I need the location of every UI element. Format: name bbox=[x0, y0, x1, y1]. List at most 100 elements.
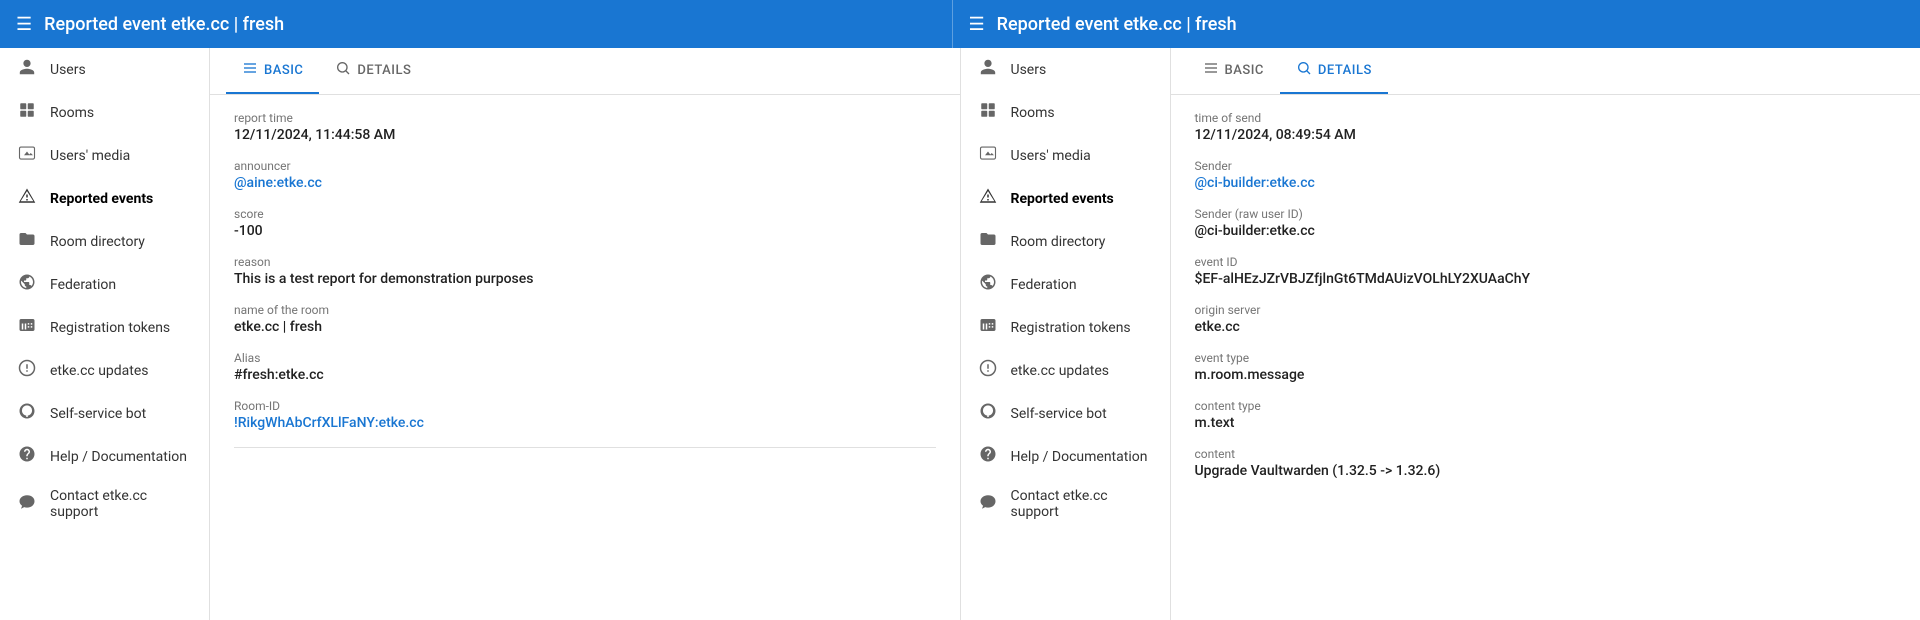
sidebar-item-federation[interactable]: Federation bbox=[961, 263, 1170, 306]
announcer-label: announcer bbox=[234, 159, 936, 173]
sidebar-label-room-directory: Room directory bbox=[1011, 234, 1106, 250]
origin-server-value: etke.cc bbox=[1195, 319, 1897, 335]
tab-basic-right[interactable]: BASIC bbox=[1187, 48, 1280, 94]
tab-details-left[interactable]: DETAILS bbox=[319, 48, 427, 94]
content-type-label: content type bbox=[1195, 399, 1897, 413]
sidebar-icon-contact-support bbox=[977, 493, 999, 516]
field-time-of-send: time of send 12/11/2024, 08:49:54 AM bbox=[1195, 111, 1897, 143]
announcer-value[interactable]: @aine:etke.cc bbox=[234, 175, 936, 191]
sidebar-icon-help-doc bbox=[977, 445, 999, 468]
sidebar-item-federation[interactable]: Federation bbox=[0, 263, 209, 306]
field-room-name: name of the room etke.cc | fresh bbox=[234, 303, 936, 335]
sender-raw-label: Sender (raw user ID) bbox=[1195, 207, 1897, 221]
field-event-id: event ID $EF-alHEzJZrVBJZfjlnGt6TMdAUizV… bbox=[1195, 255, 1897, 287]
sender-label: Sender bbox=[1195, 159, 1897, 173]
panel-right: Users Rooms Users' mediaReported events Roo… bbox=[961, 48, 1920, 620]
sidebar-label-users: Users bbox=[1011, 62, 1047, 78]
sidebar-label-federation: Federation bbox=[1011, 277, 1077, 293]
report-time-value: 12/11/2024, 11:44:58 AM bbox=[234, 127, 936, 143]
event-id-label: event ID bbox=[1195, 255, 1897, 269]
panel-left: UsersRoomsUsers' mediaReported eventsRoo… bbox=[0, 48, 961, 620]
sidebar-item-contact-support[interactable]: Contact etke.cc support bbox=[0, 478, 209, 530]
origin-server-label: origin server bbox=[1195, 303, 1897, 317]
sidebar-item-updates[interactable]: etke.cc updates bbox=[961, 349, 1170, 392]
field-content-type: content type m.text bbox=[1195, 399, 1897, 431]
alias-label: Alias bbox=[234, 351, 936, 365]
sidebar-icon-users bbox=[16, 58, 38, 81]
room-id-value[interactable]: !RikgWhAbCrfXLlFaNY:etke.cc bbox=[234, 415, 936, 431]
sidebar-item-self-service-bot[interactable]: Self-service bot bbox=[0, 392, 209, 435]
field-score: score -100 bbox=[234, 207, 936, 239]
sidebar-item-users-media[interactable]: Users' media bbox=[0, 134, 209, 177]
event-type-value: m.room.message bbox=[1195, 367, 1897, 383]
sidebar-item-users[interactable]: Users bbox=[961, 48, 1170, 91]
sidebar-item-help-doc[interactable]: Help / Documentation bbox=[961, 435, 1170, 478]
sender-value[interactable]: @ci-builder:etke.cc bbox=[1195, 175, 1897, 191]
field-room-id: Room-ID !RikgWhAbCrfXLlFaNY:etke.cc bbox=[234, 399, 936, 431]
sidebar-label-federation: Federation bbox=[50, 277, 116, 293]
sidebar-icon-rooms bbox=[977, 101, 999, 124]
sidebar-item-contact-support[interactable]: Contact etke.cc support bbox=[961, 478, 1170, 530]
room-name-value: etke.cc | fresh bbox=[234, 319, 936, 335]
tab-basic-left[interactable]: BASIC bbox=[226, 48, 319, 94]
top-bar-title-right: Reported event etke.cc | fresh bbox=[997, 14, 1237, 35]
content-type-value: m.text bbox=[1195, 415, 1897, 431]
sidebar-item-users-media[interactable]: Users' media bbox=[961, 134, 1170, 177]
sidebar-item-rooms[interactable]: Rooms bbox=[961, 91, 1170, 134]
sidebar-icon-users bbox=[977, 58, 999, 81]
sender-raw-value: @ci-builder:etke.cc bbox=[1195, 223, 1897, 239]
sidebar-icon-room-directory bbox=[977, 230, 999, 253]
sidebar-icon-updates bbox=[977, 359, 999, 382]
sidebar-label-help-doc: Help / Documentation bbox=[1011, 449, 1148, 465]
sidebar-label-rooms: Rooms bbox=[1011, 105, 1055, 121]
sidebar-item-registration-tokens[interactable]: Registration tokens bbox=[961, 306, 1170, 349]
tab-details-left-label: DETAILS bbox=[357, 63, 411, 78]
sidebar-label-self-service-bot: Self-service bot bbox=[1011, 406, 1107, 422]
hamburger-icon-left[interactable]: ☰ bbox=[16, 14, 32, 35]
time-of-send-value: 12/11/2024, 08:49:54 AM bbox=[1195, 127, 1897, 143]
sidebar-item-self-service-bot[interactable]: Self-service bot bbox=[961, 392, 1170, 435]
score-label: score bbox=[234, 207, 936, 221]
sidebar-left: Users Rooms Users' media Reported eventsRoo… bbox=[0, 48, 210, 620]
time-of-send-label: time of send bbox=[1195, 111, 1897, 125]
tab-details-right[interactable]: DETAILS bbox=[1280, 48, 1388, 94]
score-value: -100 bbox=[234, 223, 936, 239]
sidebar-item-registration-tokens[interactable]: Registration tokens bbox=[0, 306, 209, 349]
sidebar-icon-reported-events bbox=[977, 187, 999, 210]
sidebar-label-updates: etke.cc updates bbox=[50, 363, 149, 379]
sidebar-icon-self-service-bot bbox=[977, 402, 999, 425]
content-label: content bbox=[1195, 447, 1897, 461]
sidebar-label-contact-support: Contact etke.cc support bbox=[1011, 488, 1154, 520]
tab-basic-left-icon bbox=[242, 60, 258, 80]
sidebar-item-reported-events[interactable]: Reported events bbox=[961, 177, 1170, 220]
sidebar-item-users[interactable]: Users bbox=[0, 48, 209, 91]
tab-basic-right-icon bbox=[1203, 60, 1219, 80]
sidebar-item-reported-events[interactable]: Reported events bbox=[0, 177, 209, 220]
sidebar-label-users-media: Users' media bbox=[50, 148, 130, 164]
content-value: Upgrade Vaultwarden (1.32.5 -> 1.32.6) bbox=[1195, 463, 1897, 479]
details-content-right: time of send 12/11/2024, 08:49:54 AM Sen… bbox=[1171, 95, 1920, 620]
field-origin-server: origin server etke.cc bbox=[1195, 303, 1897, 335]
sidebar-label-users: Users bbox=[50, 62, 86, 78]
sidebar-icon-federation bbox=[16, 273, 38, 296]
hamburger-icon-right[interactable]: ☰ bbox=[969, 14, 985, 35]
tab-basic-right-label: BASIC bbox=[1225, 63, 1264, 78]
tab-basic-left-label: BASIC bbox=[264, 63, 303, 78]
alias-value: #fresh:etke.cc bbox=[234, 367, 936, 383]
content-left: BASIC DETAILS report time 12/11/2024, 11… bbox=[210, 48, 960, 620]
field-reason: reason This is a test report for demonst… bbox=[234, 255, 936, 287]
room-name-label: name of the room bbox=[234, 303, 936, 317]
sidebar-label-self-service-bot: Self-service bot bbox=[50, 406, 146, 422]
sidebar-label-contact-support: Contact etke.cc support bbox=[50, 488, 193, 520]
sidebar-item-room-directory[interactable]: Room directory bbox=[0, 220, 209, 263]
sidebar-item-rooms[interactable]: Rooms bbox=[0, 91, 209, 134]
sidebar-item-room-directory[interactable]: Room directory bbox=[961, 220, 1170, 263]
reason-value: This is a test report for demonstration … bbox=[234, 271, 936, 287]
main-container: UsersRoomsUsers' mediaReported eventsRoo… bbox=[0, 48, 1920, 620]
field-content: content Upgrade Vaultwarden (1.32.5 -> 1… bbox=[1195, 447, 1897, 479]
sidebar-item-updates[interactable]: etke.cc updates bbox=[0, 349, 209, 392]
room-id-label: Room-ID bbox=[234, 399, 936, 413]
sidebar-item-help-doc[interactable]: Help / Documentation bbox=[0, 435, 209, 478]
tab-details-right-icon bbox=[1296, 60, 1312, 80]
sidebar-icon-room-directory bbox=[16, 230, 38, 253]
